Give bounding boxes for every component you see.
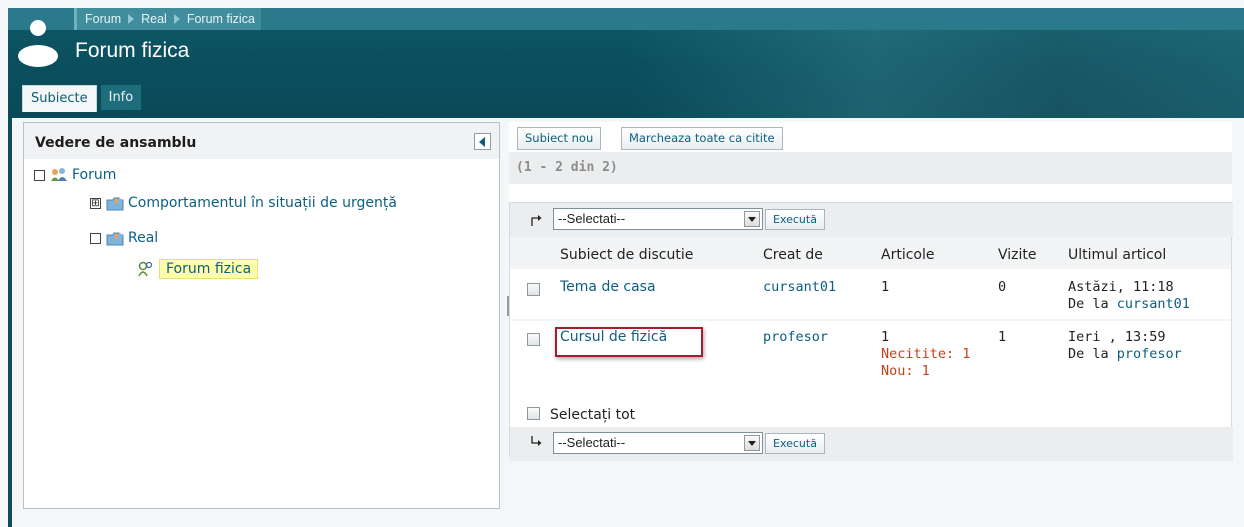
- table-row: Tema de casa cursant01 1 0 Astăzi, 11:18…: [510, 271, 1231, 319]
- tree-selected-forum-fizica[interactable]: Forum fizica: [159, 259, 259, 279]
- left-edge-bar: [8, 118, 12, 527]
- top-execute-button[interactable]: Execută: [765, 209, 825, 230]
- column-created-by: Creat de: [763, 247, 823, 263]
- row-checkbox[interactable]: [527, 283, 540, 296]
- row-checkbox[interactable]: [527, 333, 540, 346]
- tab-bar: Subiecte Info: [22, 85, 145, 112]
- breadcrumb-separator-icon: [128, 14, 135, 24]
- tree-label-forum[interactable]: Forum: [72, 167, 116, 183]
- select-all-label[interactable]: Selectați tot: [550, 407, 635, 424]
- top-action-select[interactable]: --Selectati--: [553, 208, 763, 230]
- tab-subiecte[interactable]: Subiecte: [22, 85, 97, 112]
- pager-band: (1 - 2 din 2): [509, 152, 1232, 184]
- tree-item-forum-fizica: Forum fizica: [137, 259, 259, 279]
- breadcrumb-bar: Forum Real Forum fizica: [8, 8, 1244, 30]
- bottom-action-select[interactable]: --Selectati--: [553, 432, 763, 454]
- tree-item-real: Real: [90, 230, 158, 246]
- last-article-from: De la profesor: [1068, 346, 1182, 363]
- last-article-date: Ieri , 13:59: [1068, 329, 1166, 345]
- column-articles: Articole: [881, 247, 935, 263]
- overview-header: Vedere de ansamblu: [24, 123, 499, 160]
- tree-toggle-real[interactable]: [90, 232, 101, 244]
- folder-icon: [106, 197, 124, 211]
- user-icon: [18, 20, 58, 67]
- pager-count: (1 - 2 din 2): [516, 160, 618, 175]
- arrow-down-icon: [531, 436, 542, 446]
- tree-label-comportamentul[interactable]: Comportamentul în situații de urgență: [128, 195, 397, 211]
- author-link[interactable]: cursant01: [763, 279, 836, 296]
- forum-users-icon: [138, 261, 153, 277]
- tree-item-forum: Forum: [34, 167, 116, 183]
- column-last-article: Ultimul articol: [1068, 247, 1167, 263]
- top-action-row: --Selectati-- Execută: [510, 203, 1233, 237]
- column-subject: Subiect de discutie: [560, 247, 694, 263]
- bottom-execute-button[interactable]: Execută: [765, 433, 825, 454]
- collapse-panel-button[interactable]: [474, 133, 491, 150]
- topics-panel: Subiect nou Marcheaza toate ca citite (1…: [509, 122, 1233, 474]
- breadcrumb-forum-fizica[interactable]: Forum fizica: [187, 12, 255, 26]
- new-count-link[interactable]: Nou: 1: [881, 363, 930, 380]
- unread-count-link[interactable]: Necitite: 1: [881, 346, 970, 363]
- select-all-row: Selectați tot: [510, 401, 1231, 427]
- breadcrumb-real[interactable]: Real: [141, 12, 167, 26]
- page-title: Forum fizica: [75, 39, 190, 62]
- mark-all-read-button[interactable]: Marcheaza toate ca citite: [621, 127, 783, 150]
- arrow-up-icon: [531, 215, 542, 226]
- tree-label-real[interactable]: Real: [128, 230, 158, 246]
- forum-icon: [51, 168, 67, 181]
- visits-count: 1: [998, 329, 1007, 345]
- overview-title: Vedere de ansamblu: [35, 135, 197, 151]
- topics-toolbar: Subiect nou Marcheaza toate ca citite: [509, 122, 1232, 152]
- bottom-action-select-value: --Selectati--: [558, 435, 626, 450]
- table-row: Cursul de fizică profesor 1 Necitite: 1 …: [510, 321, 1231, 401]
- last-article-from-prefix: De la: [1068, 346, 1109, 362]
- overview-panel: Vedere de ansamblu Forum ⊞ Comportamentu…: [23, 122, 500, 509]
- tab-info[interactable]: Info: [100, 85, 142, 110]
- author-link[interactable]: profesor: [763, 329, 828, 346]
- breadcrumb: Forum Real Forum fizica: [74, 8, 261, 30]
- top-action-select-value: --Selectati--: [558, 211, 626, 226]
- last-article-user-link[interactable]: profesor: [1117, 346, 1182, 362]
- topic-link[interactable]: Tema de casa: [560, 279, 656, 296]
- articles-count: 1: [881, 279, 890, 295]
- articles-count: 1: [881, 329, 890, 345]
- last-article-date: Astăzi, 11:18: [1068, 279, 1174, 295]
- new-topic-button[interactable]: Subiect nou: [517, 127, 602, 150]
- app-header: Forum Real Forum fizica Forum fizica Sub…: [8, 8, 1244, 118]
- breadcrumb-separator-icon: [173, 14, 180, 24]
- last-article-from: De la cursant01: [1068, 296, 1190, 313]
- topics-table: --Selectati-- Execută Subiect de discuti…: [509, 202, 1233, 461]
- dropdown-arrow-icon: [744, 435, 760, 451]
- select-all-checkbox[interactable]: [527, 407, 540, 420]
- tree-item-comportamentul: ⊞ Comportamentul în situații de urgență: [90, 195, 397, 211]
- column-visits: Vizite: [998, 247, 1037, 263]
- folder-icon: [106, 232, 124, 246]
- tree-toggle-forum[interactable]: [34, 169, 45, 181]
- breadcrumb-forum[interactable]: Forum: [85, 12, 121, 26]
- spacer: [509, 184, 1232, 202]
- last-article-user-link[interactable]: cursant01: [1117, 296, 1190, 312]
- bottom-action-row: --Selectati-- Execută: [510, 427, 1233, 461]
- annotation-highlight-box: [555, 327, 703, 357]
- last-article-from-prefix: De la: [1068, 296, 1109, 312]
- tree-expand-comportamentul[interactable]: ⊞: [90, 197, 101, 209]
- dropdown-arrow-icon: [744, 211, 760, 227]
- visits-count: 0: [998, 279, 1007, 295]
